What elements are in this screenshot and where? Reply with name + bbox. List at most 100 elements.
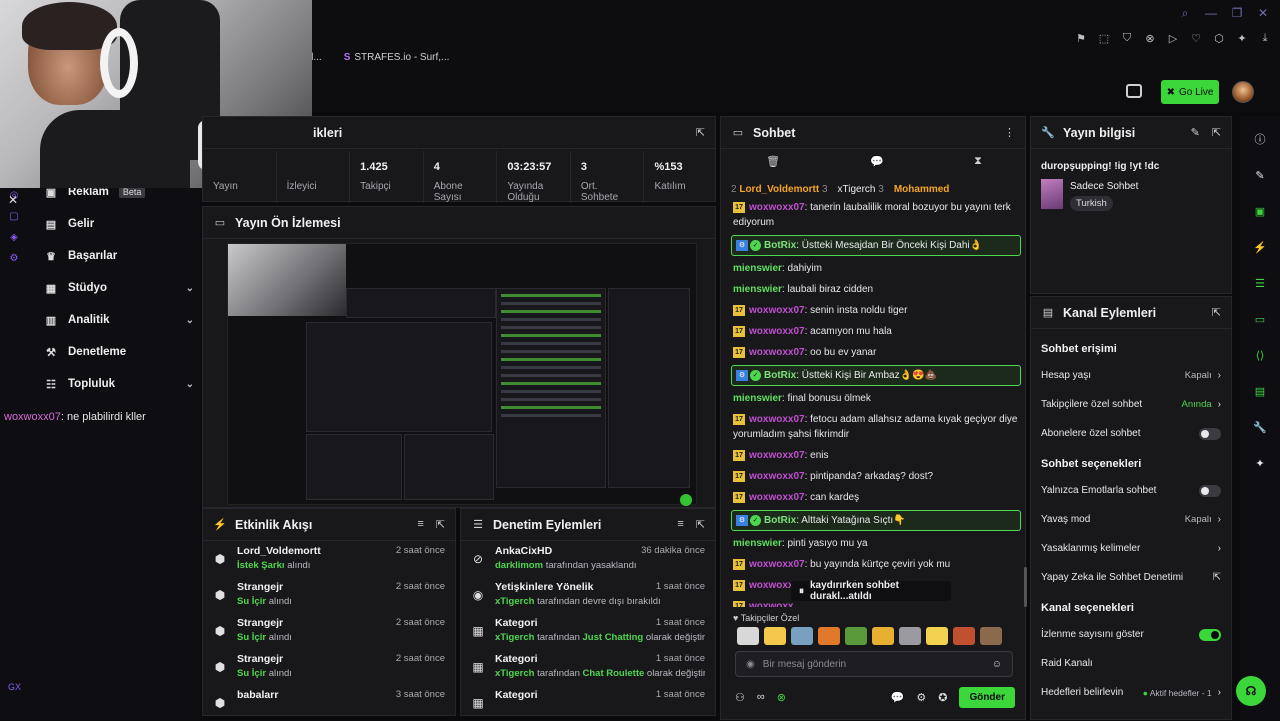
chat-username[interactable]: BotRix (764, 515, 796, 526)
go-live-button[interactable]: ✖ Go Live (1161, 80, 1219, 104)
chat-message[interactable]: 17 woxwoxx07: bu yayında kürtçe çeviri yo… (731, 554, 1021, 575)
sub-only-toggle[interactable] (1199, 427, 1221, 440)
popout-icon[interactable]: ⇱ (1212, 306, 1221, 319)
sidebar-item-topluluk[interactable]: ☷ Topluluk ⌄ (44, 370, 194, 398)
chat-username[interactable]: woxwoxx (749, 601, 793, 607)
sidebar-item-denetleme[interactable]: ⚒ Denetleme (44, 338, 194, 366)
bolt-icon[interactable]: ⚡ (1247, 232, 1273, 262)
heart-icon[interactable]: ♡ (1189, 32, 1203, 45)
chat-username[interactable]: woxwoxx07 (749, 492, 805, 503)
discord-icon[interactable]: ◈ (10, 232, 18, 243)
emote[interactable] (737, 627, 759, 645)
chat-username[interactable]: mienswier (733, 263, 782, 274)
stream-preview-video[interactable] (227, 243, 697, 506)
tab-2[interactable]: S STRAFES.io - Surf,... (344, 52, 450, 63)
infinity-icon[interactable]: ∞ (757, 691, 765, 703)
chat-message[interactable]: ⚙ ✓ BotRix: Alttaki Yatağına Sıçtı👇 (731, 510, 1021, 531)
send-button[interactable]: Gönder (959, 686, 1015, 708)
chat-input[interactable]: ◉ Bir mesaj gönderin ☺ (735, 651, 1013, 677)
chat-scrollbar[interactable] (1024, 567, 1027, 607)
chat-username[interactable]: woxwoxx07 (749, 305, 805, 316)
avatar[interactable] (1232, 81, 1254, 103)
puzzle-icon[interactable]: ✦ (1235, 32, 1249, 45)
chat-username[interactable]: woxwoxx07 (749, 347, 805, 358)
filter-icon[interactable]: ≡ (417, 518, 423, 531)
chat-bubble-icon[interactable]: 💬 (891, 691, 905, 704)
search-icon[interactable]: ⌕ (1178, 6, 1192, 21)
server-icon[interactable]: ▤ (1247, 376, 1273, 406)
chat-message[interactable]: 17 woxwoxx07: tanerin laubalilik moral bo… (731, 197, 1021, 233)
popout-icon[interactable]: ⇱ (696, 518, 705, 531)
setting-banned-words[interactable]: Yasaklanmış kelimeler › (1031, 534, 1231, 563)
chat-icon[interactable]: ▭ (1247, 304, 1273, 334)
chat-message[interactable]: mienswier: pinti yasıyo mu ya (731, 533, 1021, 554)
chat-message[interactable]: mienswier: dahiyim (731, 258, 1021, 279)
emote[interactable] (818, 627, 840, 645)
bookmark-icon[interactable]: ⚑ (1074, 32, 1088, 45)
stream-manager-icon[interactable] (1126, 84, 1142, 98)
chat-username[interactable]: BotRix (764, 370, 796, 381)
rewards-icon[interactable]: ⚇ (735, 691, 745, 704)
extensions-icon[interactable]: ⬡ (1212, 32, 1226, 45)
chat-username[interactable]: BotRix (764, 240, 796, 251)
chat-paused-banner[interactable]: ⏸ kaydırırken sohbet durakl...atıldı (791, 580, 951, 602)
restore-icon[interactable]: ❐ (1230, 6, 1244, 21)
help-button[interactable]: ☊ (1236, 676, 1266, 706)
download-icon[interactable]: ⤓ (1258, 32, 1272, 45)
emote[interactable] (872, 627, 894, 645)
chat-message[interactable]: 17 woxwoxx07: pintipanda? arkadaş? dost? (731, 466, 1021, 487)
emote[interactable] (791, 627, 813, 645)
emoji-icon[interactable]: ☺ (992, 659, 1002, 670)
leader-item[interactable]: xTigerch 3 (838, 184, 884, 195)
shield-icon[interactable]: ⛉ (1120, 32, 1134, 45)
leader-item[interactable]: 2 Lord_Voldemortt 3 (731, 184, 828, 195)
setting-raid-channel[interactable]: Raid Kanalı (1031, 649, 1231, 678)
gear-icon[interactable]: ⚙ (916, 691, 926, 704)
trash-icon[interactable]: 🗑 (766, 155, 780, 168)
chat-username[interactable]: mienswier (733, 393, 782, 404)
more-icon[interactable]: ⋮ (1004, 126, 1015, 139)
chat-message[interactable]: 17 woxwoxx07: oo bu ev yanar (731, 342, 1021, 363)
chat-rail-icon[interactable]: ▢ (9, 211, 18, 222)
info-icon[interactable]: ⓘ (1247, 124, 1273, 154)
user-badge-icon[interactable]: ◉ (746, 659, 755, 670)
chat-username[interactable]: mienswier (733, 284, 782, 295)
badge-icon[interactable]: ✪ (938, 691, 947, 704)
sidebar-item-analitik[interactable]: ▥ Analitik ⌄ (44, 306, 194, 334)
chat-username[interactable]: mienswier (733, 538, 782, 549)
settings-icon[interactable]: ⚙ (10, 253, 19, 264)
wrench-icon[interactable]: 🔧 (1247, 412, 1273, 442)
chat-message[interactable]: ⚙ ✓ BotRix: Üstteki Kişi Bir Ambaz👌😍💩 (731, 365, 1021, 386)
code-icon[interactable]: ⟨⟩ (1247, 340, 1273, 370)
minimize-icon[interactable]: — (1204, 6, 1218, 21)
chat-message[interactable]: 17 woxwoxx07: enis (731, 445, 1021, 466)
setting-follower-only[interactable]: Takipçilere özel sohbet Anında › (1031, 390, 1231, 419)
pencil-icon[interactable]: ✎ (1247, 160, 1273, 190)
chat-username[interactable]: woxwoxx07 (749, 326, 805, 337)
popout-icon[interactable]: ⇱ (436, 518, 445, 531)
card-icon[interactable]: ▣ (1247, 196, 1273, 226)
emote[interactable] (764, 627, 786, 645)
popout-icon[interactable]: ⇱ (1212, 126, 1221, 139)
crop-icon[interactable]: ⬚ (1097, 32, 1111, 45)
emote-only-toggle[interactable] (1199, 484, 1221, 497)
chat-message[interactable]: 17 woxwoxx07: fetocu adam allahsız adama … (731, 409, 1021, 445)
chat-message[interactable]: 17 woxwoxx07: can kardeş (731, 487, 1021, 508)
setting-slow-mode[interactable]: Yavaş mod Kapalı › (1031, 505, 1231, 534)
setting-goals[interactable]: Hedefleri belirlevin ● Aktif hedefler - 1… (1031, 678, 1231, 707)
list-icon[interactable]: ☰ (1247, 268, 1273, 298)
chat-username[interactable]: woxwoxx07 (749, 471, 805, 482)
chat-message[interactable]: 17 woxwoxx07: acamıyon mu hala (731, 321, 1021, 342)
close-tab-icon[interactable]: ⊗ (1143, 32, 1157, 45)
hourglass-icon[interactable]: ⧗ (974, 155, 982, 168)
puzzle-icon[interactable]: ✦ (1247, 448, 1273, 478)
x-icon[interactable]: ✕ (8, 193, 18, 207)
popout-icon[interactable]: ⇱ (696, 126, 705, 139)
play-icon[interactable]: ▷ (1166, 32, 1180, 45)
edit-icon[interactable]: ✎ (1191, 126, 1200, 139)
sidebar-item-gelir[interactable]: ▤ Gelir (44, 210, 194, 238)
setting-ai-moderation[interactable]: Yapay Zeka ile Sohbet Denetimi ⇱ (1031, 563, 1231, 592)
viewcount-toggle[interactable] (1199, 628, 1221, 641)
emote[interactable] (845, 627, 867, 645)
chat-username[interactable]: woxwoxx07 (749, 559, 805, 570)
